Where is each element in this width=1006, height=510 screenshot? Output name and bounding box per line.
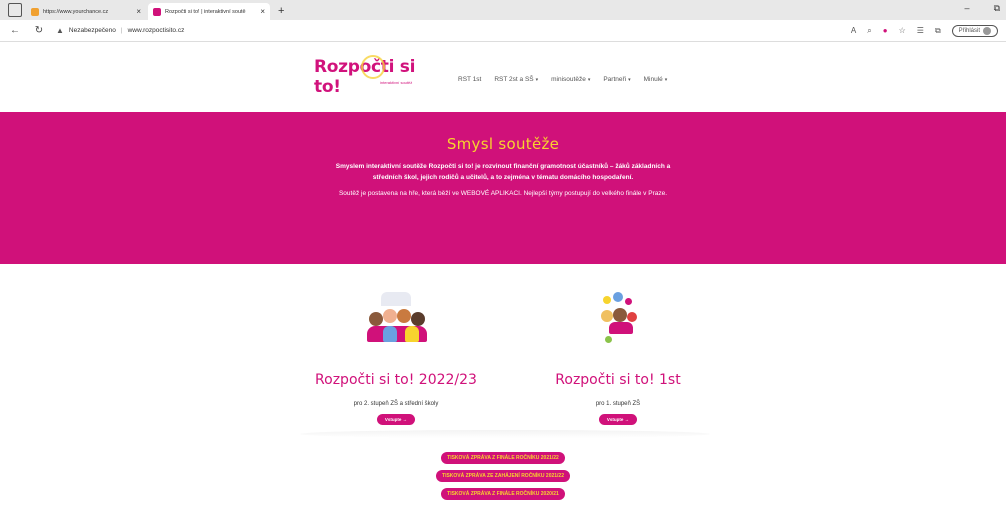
warning-icon: ▲ <box>56 26 64 35</box>
browser-tab-1[interactable]: https://www.yourchance.cz × <box>26 3 146 20</box>
cards-shadow <box>300 430 710 438</box>
card-description: pro 1. stupeň ZŠ <box>595 401 641 407</box>
restore-button[interactable]: ⧉ <box>994 3 1000 14</box>
nav-label: RST 1st <box>458 76 482 83</box>
favorite-star-icon[interactable]: ☆ <box>899 26 906 35</box>
nav-item-partneri[interactable]: Partneři ▾ <box>603 76 630 83</box>
new-tab-button[interactable]: + <box>278 5 284 17</box>
url-field[interactable]: ▲ Nezabezpečeno | www.rozpoctisito.cz <box>56 26 184 35</box>
favorites-icon[interactable]: ☰ <box>917 26 924 35</box>
chevron-down-icon: ▾ <box>587 77 591 83</box>
zoom-icon[interactable]: ⌕ <box>867 26 871 36</box>
back-arrow-icon[interactable]: ← <box>8 25 22 36</box>
kids-emoji-icon <box>583 292 653 347</box>
chevron-down-icon: ▾ <box>535 77 539 83</box>
browser-tab-bar: https://www.yourchance.cz × Rozpočti si … <box>0 0 1006 20</box>
avatar-icon <box>983 26 991 35</box>
card-title: Rozpočti si to! 1st <box>555 372 681 388</box>
nav-item-rst-1st[interactable]: RST 1st <box>458 76 481 83</box>
card-rst-1st: Rozpočti si to! 1st pro 1. stupeň ZŠ Vst… <box>518 292 718 426</box>
main-nav: RST 1st RST 2st a SŠ ▾ minisoutěže ▾ Partn… <box>458 76 667 83</box>
site-logo[interactable]: Rozpočti si to! interaktivní soutěž <box>314 55 444 97</box>
browser-toolbar: A ⌕ ● ☆ ☰ ⧉ Přihlásit <box>851 24 998 37</box>
tab-close-icon[interactable]: × <box>260 7 265 16</box>
nav-label: minisoutěže <box>551 76 586 83</box>
enter-button[interactable]: Vstupte → <box>598 414 638 425</box>
press-release-link[interactable]: TISKOVÁ ZPRÁVA ZE ZAHÁJENÍ ROČNÍKU 2021/… <box>436 470 570 482</box>
tab-close-icon[interactable]: × <box>136 7 141 16</box>
address-bar: ← ↻ ▲ Nezabezpečeno | www.rozpoctisito.c… <box>0 20 1006 42</box>
press-release-link[interactable]: TISKOVÁ ZPRÁVA Z FINÁLE ROČNÍKU 2021/22 <box>441 452 565 464</box>
logo-circle-decoration <box>361 55 385 79</box>
tab-title: Rozpočti si to! | interaktivní soutě <box>165 8 246 15</box>
browser-tab-2[interactable]: Rozpočti si to! | interaktivní soutě × <box>148 3 270 20</box>
extension-icon[interactable]: ● <box>883 26 888 35</box>
enter-button[interactable]: Vstupte → <box>376 414 416 425</box>
site-header: Rozpočti si to! interaktivní soutěž RST … <box>0 42 1006 112</box>
card-title: Rozpočti si to! 2022/23 <box>315 372 477 388</box>
hero-bold-text: Smyslem interaktivní soutěže Rozpočti si… <box>0 161 1006 183</box>
nav-label: RST 2st a SŠ <box>494 76 534 83</box>
read-aloud-icon[interactable]: A <box>851 26 856 35</box>
window-controls: – ⧉ <box>965 3 1000 14</box>
url-text: www.rozpoctisito.cz <box>127 27 185 34</box>
hero-bold-line: Smyslem interaktivní soutěže Rozpočti si… <box>335 163 671 170</box>
hero-bold-line: středních škol, jejich rodičů a učitelů,… <box>372 174 634 181</box>
nav-label: Partneři <box>603 76 627 83</box>
nav-item-rst-2st[interactable]: RST 2st a SŠ ▾ <box>494 76 538 83</box>
students-group-icon <box>361 292 431 347</box>
chevron-down-icon: ▾ <box>664 77 668 83</box>
logo-subtext: interaktivní soutěž <box>380 80 413 85</box>
refresh-icon[interactable]: ↻ <box>32 25 46 36</box>
nav-label: Minulé <box>643 76 663 83</box>
signin-button[interactable]: Přihlásit <box>951 24 998 37</box>
nav-item-minisouteze[interactable]: minisoutěže ▾ <box>551 76 590 83</box>
tab-favicon-icon <box>31 7 39 16</box>
hero-title: Smysl soutěže <box>446 135 560 153</box>
tab-title: https://www.yourchance.cz <box>43 8 109 15</box>
tab-favicon-icon <box>153 7 161 16</box>
nav-item-minule[interactable]: Minulé ▾ <box>644 76 668 83</box>
tab-actions-icon[interactable] <box>8 3 22 17</box>
collections-icon[interactable]: ⧉ <box>935 26 941 36</box>
security-label: Nezabezpečeno <box>68 27 116 34</box>
hero-section: Smysl soutěže Smyslem interaktivní soutě… <box>0 112 1006 264</box>
card-description: pro 2. stupeň ZŠ a střední školy <box>353 401 439 407</box>
minimize-button[interactable]: – <box>965 3 970 14</box>
press-release-link[interactable]: TISKOVÁ ZPRÁVA Z FINÁLE ROČNÍKU 2020/21 <box>441 488 565 500</box>
chevron-down-icon: ▾ <box>628 77 631 83</box>
hero-description: Soutěž je postavena na hře, která běží v… <box>338 190 668 197</box>
signin-label: Přihlásit <box>958 27 980 34</box>
press-links: TISKOVÁ ZPRÁVA Z FINÁLE ROČNÍKU 2021/22 … <box>0 452 1006 500</box>
card-rst-2022: Rozpočti si to! 2022/23 pro 2. stupeň ZŠ… <box>296 292 496 426</box>
url-separator: | <box>120 27 123 34</box>
